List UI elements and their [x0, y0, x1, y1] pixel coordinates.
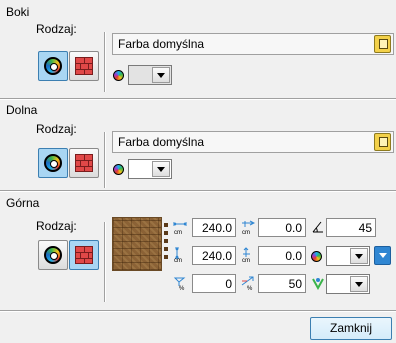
texture-width-icon: cm	[172, 219, 188, 235]
chevron-down-icon[interactable]	[350, 248, 368, 264]
chevron-down-icon[interactable]	[152, 161, 170, 177]
divider	[0, 190, 396, 192]
svg-text:%: %	[247, 286, 253, 291]
svg-text:cm: cm	[242, 230, 250, 235]
texture-preview-handle	[164, 223, 169, 263]
dropdown-button[interactable]	[374, 246, 391, 265]
offset-y-icon: cm	[240, 247, 256, 263]
texture-preview[interactable]	[112, 217, 162, 271]
section-title-gorna: Górna	[6, 196, 40, 210]
scale-y-field[interactable]: 50	[258, 274, 306, 293]
paint-type-button-gorna[interactable]	[38, 240, 68, 270]
paint-icon	[44, 57, 62, 75]
color-icon	[113, 70, 124, 81]
svg-text:%: %	[179, 286, 185, 291]
offset-x-field[interactable]: 0.0	[258, 218, 306, 237]
offset-y-field[interactable]: 0.0	[258, 246, 306, 265]
brick-icon	[75, 57, 93, 75]
type-label-gorna: Rodzaj:	[36, 219, 77, 233]
chevron-down-icon[interactable]	[152, 67, 170, 83]
separator	[104, 132, 106, 188]
offset-x-icon: cm	[240, 219, 256, 235]
texture-type-button-dolna[interactable]	[69, 148, 99, 178]
color-combo-dolna[interactable]	[128, 159, 172, 179]
divider	[0, 310, 396, 312]
paint-type-button-dolna[interactable]	[38, 148, 68, 178]
material-field-boki[interactable]: Farba domyślna	[112, 33, 394, 55]
material-field-dolna[interactable]: Farba domyślna	[112, 131, 394, 153]
separator	[104, 32, 106, 92]
texture-height-icon: cm	[172, 247, 188, 263]
divider	[0, 98, 396, 100]
material-name: Farba domyślna	[118, 135, 205, 149]
scale-x-field[interactable]: 0	[192, 274, 236, 293]
brick-icon	[75, 246, 93, 264]
scale-x-icon: %	[172, 275, 188, 291]
angle-icon	[310, 219, 326, 235]
texture-type-button-boki[interactable]	[69, 51, 99, 81]
section-title-dolna: Dolna	[6, 103, 38, 117]
paint-icon	[44, 154, 62, 172]
svg-text:cm: cm	[242, 258, 250, 263]
section-title-boki: Boki	[6, 5, 30, 19]
color-icon	[311, 251, 322, 262]
color-combo-gorna[interactable]	[326, 246, 370, 266]
angle-field[interactable]: 45	[326, 218, 376, 237]
type-label-dolna: Rodzaj:	[36, 122, 77, 136]
close-button[interactable]: Zamknij	[310, 317, 392, 340]
texture-width-field[interactable]: 240.0	[192, 218, 236, 237]
type-label-boki: Rodzaj:	[36, 22, 77, 36]
material-library-button[interactable]	[374, 133, 391, 151]
chevron-down-icon[interactable]	[350, 276, 368, 292]
brick-icon	[75, 154, 93, 172]
scale-y-icon: %	[240, 275, 256, 291]
svg-text:cm: cm	[174, 258, 182, 263]
shading-combo[interactable]	[326, 274, 370, 294]
shading-icon	[310, 275, 326, 291]
texture-type-button-gorna[interactable]	[69, 240, 99, 270]
color-combo-boki[interactable]	[128, 65, 172, 85]
texture-height-field[interactable]: 240.0	[192, 246, 236, 265]
material-library-button[interactable]	[374, 35, 391, 53]
svg-text:cm: cm	[174, 230, 182, 235]
separator	[104, 222, 106, 302]
paint-icon	[44, 246, 62, 264]
paint-type-button-boki[interactable]	[38, 51, 68, 81]
material-name: Farba domyślna	[118, 37, 205, 51]
color-icon	[113, 164, 124, 175]
